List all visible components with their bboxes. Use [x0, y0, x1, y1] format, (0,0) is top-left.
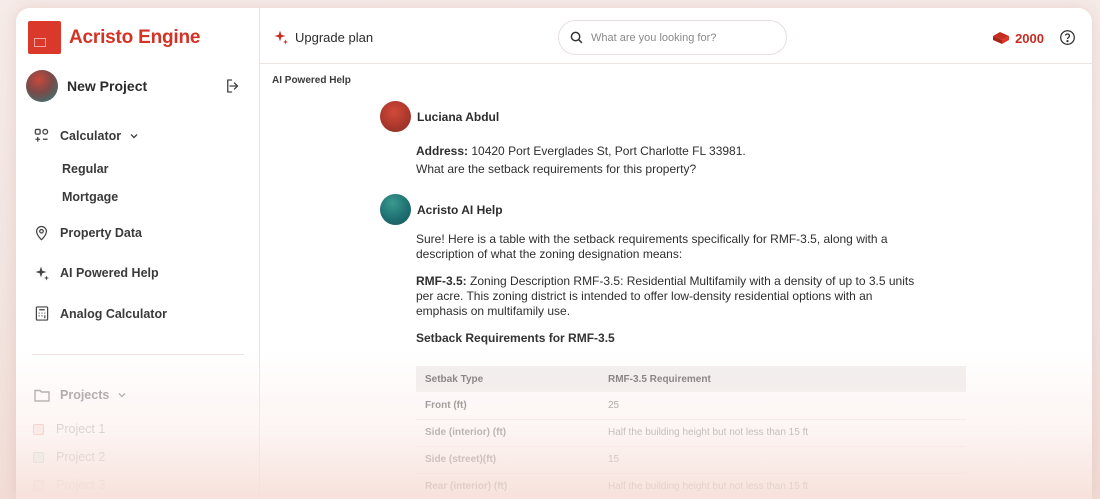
address-label: Address:: [416, 144, 469, 158]
zoning-description-line: per acre. This zoning district is intend…: [416, 289, 873, 303]
table-cell: Side (interior) (ft): [416, 419, 599, 447]
sidebar-item-label: AI Powered Help: [60, 265, 159, 280]
project-list-item[interactable]: Project 2: [33, 450, 105, 464]
table-row: Rear (interior) (ft) Half the building h…: [416, 473, 966, 499]
column-header: RMF-3.5 Requirement: [599, 366, 966, 392]
table-cell: 25: [599, 392, 966, 420]
user-avatar: [380, 101, 411, 132]
ai-avatar: [380, 194, 411, 225]
sidebar-item-property-data[interactable]: Property Data: [33, 224, 142, 241]
table-cell: Half the building height but not less th…: [599, 473, 966, 499]
sidebar-item-projects[interactable]: Projects: [33, 386, 127, 403]
credits-badge[interactable]: 2000: [991, 30, 1044, 46]
upgrade-plan-label: Upgrade plan: [295, 29, 374, 45]
sidebar-item-label: Analog Calculator: [60, 306, 167, 321]
project-color-swatch: [33, 423, 44, 435]
project-color-swatch: [33, 451, 44, 463]
sidebar-item-analog-calculator[interactable]: Analog Calculator: [33, 305, 167, 322]
project-label: Project 2: [56, 450, 106, 464]
table-row: Front (ft) 25: [416, 392, 966, 420]
table-row: Side (interior) (ft) Half the building h…: [416, 419, 966, 447]
address-value: 10420 Port Everglades St, Port Charlotte…: [471, 144, 746, 158]
chevron-down-icon: [118, 392, 126, 397]
search-input[interactable]: [591, 31, 771, 44]
project-color-swatch: [33, 479, 44, 491]
project-avatar: [26, 70, 58, 102]
sparkle-icon: [33, 264, 50, 281]
zone-text: Zoning Description RMF-3.5: Residential …: [470, 274, 915, 288]
user-message-question: What are the setback requirements for th…: [416, 162, 697, 176]
sidebar-item-calculator[interactable]: Calculator: [33, 127, 139, 144]
project-name: New Project: [67, 78, 148, 94]
chat-area: AI Powered Help Luciana Abdul Address: 1…: [260, 64, 1092, 499]
sidebar-item-label: Property Data: [60, 225, 142, 240]
logout-icon[interactable]: [224, 77, 242, 95]
sidebar-item-label: Calculator: [60, 128, 122, 143]
table-header-row: Setbak Type RMF-3.5 Requirement: [416, 366, 966, 392]
sidebar-subitem-regular[interactable]: Regular: [62, 162, 109, 176]
help-icon[interactable]: [1059, 29, 1076, 46]
upgrade-plan-button[interactable]: Upgrade plan: [273, 29, 373, 45]
credits-count: 2000: [1015, 30, 1044, 46]
sparkle-icon: [274, 30, 288, 45]
project-selector[interactable]: New Project: [26, 70, 242, 102]
sidebar-divider: [32, 354, 244, 355]
column-header: Setbak Type: [416, 366, 599, 392]
user-name: Luciana Abdul: [417, 110, 500, 124]
project-list-item[interactable]: Project 1: [33, 422, 105, 436]
search-bar[interactable]: [558, 20, 787, 55]
app-window: Acristo Engine New Project Calculator Re…: [16, 8, 1092, 499]
brand-name: Acristo Engine: [69, 26, 201, 48]
project-label: Project 3: [56, 478, 106, 492]
brick-icon: [993, 32, 1010, 44]
setback-table: Setbak Type RMF-3.5 Requirement Front (f…: [416, 366, 966, 499]
table-row: Side (street)(ft) 15: [416, 446, 966, 474]
sidebar-item-ai-help[interactable]: AI Powered Help: [33, 264, 159, 281]
folder-icon: [33, 386, 50, 403]
search-icon: [570, 31, 583, 44]
table-cell: Side (street)(ft): [416, 446, 599, 474]
ai-message-intro-line: description of what the zoning designati…: [416, 247, 683, 261]
sidebar-subitem-mortgage[interactable]: Mortgage: [62, 190, 118, 204]
ai-name: Acristo AI Help: [417, 203, 503, 217]
project-label: Project 1: [56, 422, 106, 436]
top-bar: Upgrade plan 2000: [260, 8, 1092, 64]
sidebar: Acristo Engine New Project Calculator Re…: [16, 8, 260, 499]
ai-message-intro-line: Sure! Here is a table with the setback r…: [416, 232, 888, 246]
chevron-down-icon: [130, 133, 138, 138]
sidebar-item-label: Projects: [60, 387, 110, 402]
table-cell: Front (ft): [416, 392, 599, 420]
brand[interactable]: Acristo Engine: [28, 21, 200, 54]
table-cell: 15: [599, 446, 966, 474]
zone-label: RMF-3.5:: [416, 274, 467, 288]
calculator-icon: [33, 305, 50, 322]
table-cell: Rear (interior) (ft): [416, 473, 599, 499]
location-pin-icon: [33, 224, 50, 241]
user-message-address: Address: 10420 Port Everglades St, Port …: [416, 144, 746, 159]
project-list-item[interactable]: Project 3: [33, 478, 105, 492]
zoning-description-line: RMF-3.5: Zoning Description RMF-3.5: Res…: [416, 274, 914, 289]
table-cell: Half the building height but not less th…: [599, 419, 966, 447]
grid-icon: [33, 127, 50, 144]
table-title: Setback Requirements for RMF-3.5: [416, 331, 615, 345]
brand-logo: [28, 21, 61, 54]
zoning-description-line: emphasis on multifamily use.: [416, 304, 571, 318]
page-title: AI Powered Help: [272, 75, 351, 86]
